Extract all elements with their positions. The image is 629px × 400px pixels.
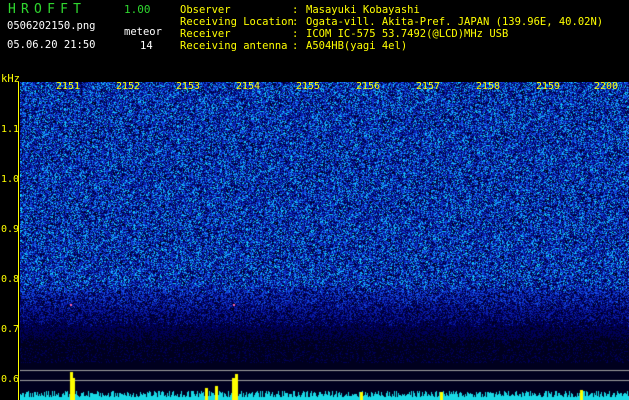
y-label: 0.8 <box>1 274 20 285</box>
info-sep: : <box>292 4 299 16</box>
time-label: 2151 <box>56 81 81 92</box>
time-label: 2152 <box>116 81 141 92</box>
y-label: 0.9 <box>1 224 20 235</box>
app-version: 1.00 <box>124 3 151 16</box>
info-value-location: Ogata-vill. Akita-Pref. JAPAN (139.96E, … <box>306 16 604 28</box>
y-label: 0.7 <box>1 324 20 335</box>
file-name: 0506202150.png <box>7 20 96 32</box>
info-key-location: Receiving Location <box>180 16 294 28</box>
frequency-unit: kHz <box>1 73 20 85</box>
time-label: 2155 <box>296 81 321 92</box>
time-label: 2153 <box>176 81 201 92</box>
time-label: 2154 <box>236 81 261 92</box>
app-title: HROFFT <box>8 2 87 17</box>
info-key-receiver: Receiver <box>180 28 231 40</box>
info-key-observer: Observer <box>180 4 231 16</box>
time-label: 2159 <box>536 81 561 92</box>
time-label: 2156 <box>356 81 381 92</box>
time-label: 2158 <box>476 81 501 92</box>
y-label: 0.6 <box>1 374 20 385</box>
hrofft-window: HROFFT 1.00 0506202150.png 05.06.20 21:5… <box>0 0 629 400</box>
info-value-antenna: A504HB(yagi 4el) <box>306 40 408 52</box>
meteor-label: meteor <box>124 26 162 38</box>
info-value-observer: Masayuki Kobayashi <box>306 4 420 16</box>
info-key-antenna: Receiving antenna <box>180 40 288 52</box>
meteor-count: 14 <box>140 40 153 52</box>
info-value-receiver: ICOM IC-575 53.7492(@LCD)MHz USB <box>306 28 509 40</box>
date-time: 05.06.20 21:50 <box>7 39 96 51</box>
info-sep: : <box>292 16 299 28</box>
spectrogram <box>20 82 629 400</box>
y-label: 1.1 <box>1 124 20 135</box>
time-label: 2157 <box>416 81 441 92</box>
info-sep: : <box>292 40 299 52</box>
y-label: 1.0 <box>1 174 20 185</box>
info-sep: : <box>292 28 299 40</box>
time-label: 2200 <box>594 81 619 92</box>
